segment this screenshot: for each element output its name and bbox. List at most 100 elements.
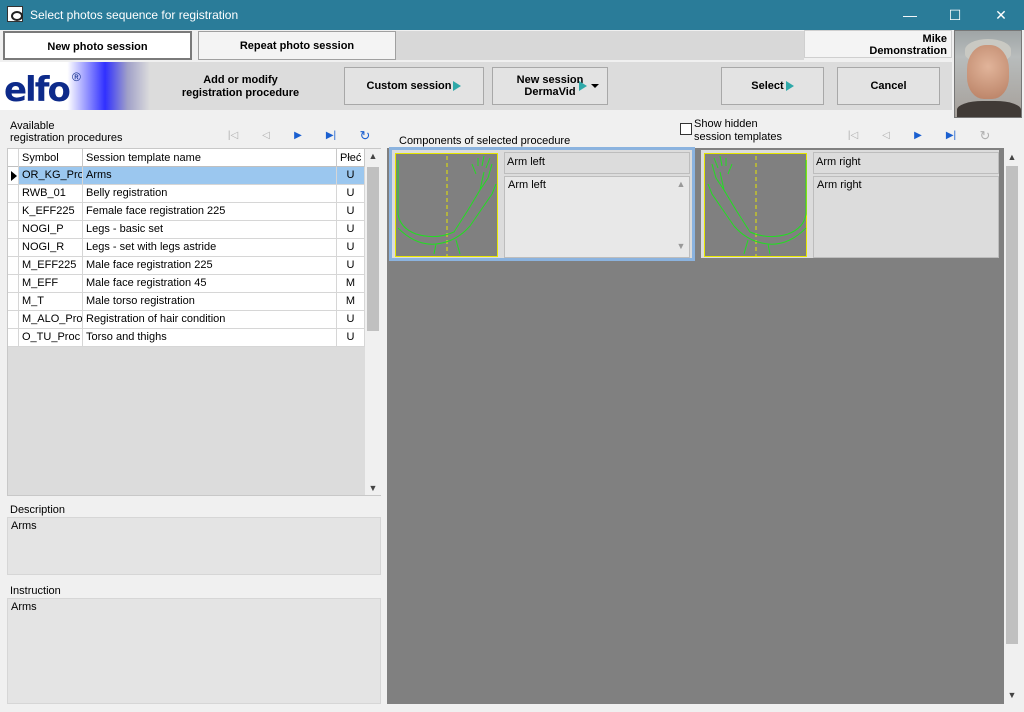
table-row[interactable]: OR_KG_Proc Arms U bbox=[8, 167, 365, 185]
arm-left-thumbnail[interactable] bbox=[395, 153, 498, 257]
column-sex[interactable]: Płeć bbox=[337, 149, 365, 167]
minimize-button[interactable]: — bbox=[887, 0, 933, 30]
row-pointer-icon bbox=[11, 171, 17, 181]
scroll-up-icon[interactable]: ▲ bbox=[1004, 152, 1020, 162]
new-session-line1: New session bbox=[516, 74, 584, 86]
cell-symbol: M_EFF bbox=[19, 275, 83, 292]
nav-next-button[interactable]: ▶ bbox=[291, 130, 305, 142]
row-indicator bbox=[8, 275, 19, 292]
nav-last-button[interactable]: ▶| bbox=[324, 130, 338, 142]
arm-right-outline-icon bbox=[707, 155, 807, 256]
row-indicator bbox=[8, 203, 19, 220]
cell-sex: M bbox=[337, 293, 365, 310]
table-row[interactable]: M_ALO_Proc Registration of hair condition… bbox=[8, 311, 365, 329]
cell-name: Legs - set with legs astride bbox=[83, 239, 337, 256]
tab-repeat-photo-session[interactable]: Repeat photo session bbox=[198, 31, 396, 60]
components-nav-last-button[interactable]: ▶| bbox=[944, 130, 958, 142]
custom-session-label: Custom session bbox=[366, 80, 452, 92]
instruction-label: Instruction bbox=[10, 585, 61, 597]
available-line2: registration procedures bbox=[10, 132, 123, 144]
scroll-down-icon[interactable]: ▼ bbox=[365, 483, 381, 493]
cell-sex: U bbox=[337, 311, 365, 328]
components-nav-first-button[interactable]: |◁ bbox=[846, 130, 860, 142]
scrollbar-thumb[interactable] bbox=[367, 167, 379, 331]
cell-sex: U bbox=[337, 185, 365, 202]
logo-text: elfo bbox=[4, 70, 71, 110]
row-indicator bbox=[8, 311, 19, 328]
user-avatar bbox=[954, 30, 1022, 118]
table-row[interactable]: NOGI_R Legs - set with legs astride U bbox=[8, 239, 365, 257]
nav-prev-button[interactable]: ◁ bbox=[259, 130, 273, 142]
table-row[interactable]: K_EFF225 Female face registration 225 U bbox=[8, 203, 365, 221]
cell-name: Male face registration 225 bbox=[83, 257, 337, 274]
maximize-button[interactable]: ☐ bbox=[932, 0, 978, 30]
scroll-up-icon[interactable]: ▲ bbox=[365, 151, 381, 161]
scroll-down-icon[interactable]: ▼ bbox=[1004, 690, 1020, 700]
cell-symbol: RWB_01 bbox=[19, 185, 83, 202]
cell-sex: U bbox=[337, 167, 365, 184]
show-hidden-line1: Show hidden bbox=[694, 118, 758, 130]
scroll-down-icon[interactable]: ▼ bbox=[673, 241, 689, 251]
select-button[interactable]: Select bbox=[721, 67, 824, 105]
tab-new-photo-session[interactable]: New photo session bbox=[3, 31, 192, 60]
add-modify-procedure-link[interactable]: Add or modify registration procedure bbox=[168, 74, 313, 100]
instruction-field[interactable]: Arms bbox=[7, 598, 381, 704]
components-refresh-icon[interactable]: ↻ bbox=[978, 129, 992, 142]
cell-symbol: K_EFF225 bbox=[19, 203, 83, 220]
tab-strip-filler bbox=[396, 31, 804, 60]
custom-session-button[interactable]: Custom session bbox=[344, 67, 484, 105]
table-row[interactable]: RWB_01 Belly registration U bbox=[8, 185, 365, 203]
components-nav-next-button[interactable]: ▶ bbox=[911, 130, 925, 142]
dropdown-caret-icon bbox=[591, 84, 599, 88]
table-scrollbar[interactable]: ▲ ▼ bbox=[365, 149, 381, 495]
component-title: Arm left bbox=[504, 152, 690, 174]
component-card-arm-right[interactable]: Arm right Arm right bbox=[701, 150, 999, 258]
component-description[interactable]: Arm right bbox=[813, 176, 999, 258]
cell-name: Registration of hair condition bbox=[83, 311, 337, 328]
row-indicator bbox=[8, 257, 19, 274]
description-label: Description bbox=[10, 504, 66, 516]
nav-first-button[interactable]: |◁ bbox=[226, 130, 240, 142]
cell-symbol: NOGI_R bbox=[19, 239, 83, 256]
scroll-up-icon[interactable]: ▲ bbox=[673, 179, 689, 189]
cell-symbol: M_T bbox=[19, 293, 83, 310]
table-row[interactable]: M_T Male torso registration M bbox=[8, 293, 365, 311]
table-row[interactable]: M_EFF Male face registration 45 M bbox=[8, 275, 365, 293]
component-title: Arm right bbox=[813, 152, 999, 174]
component-description-text: Arm left bbox=[508, 179, 546, 191]
component-description[interactable]: Arm left ▲ ▼ bbox=[504, 176, 690, 258]
cell-name: Torso and thighs bbox=[83, 329, 337, 346]
show-hidden-line2: session templates bbox=[694, 131, 783, 143]
row-indicator bbox=[8, 293, 19, 310]
cell-sex: U bbox=[337, 239, 365, 256]
column-symbol[interactable]: Symbol bbox=[19, 149, 83, 167]
components-nav-prev-button[interactable]: ◁ bbox=[879, 130, 893, 142]
header-indicator bbox=[8, 149, 19, 167]
cell-name: Male torso registration bbox=[83, 293, 337, 310]
cell-symbol: NOGI_P bbox=[19, 221, 83, 238]
description-field[interactable]: Arms bbox=[7, 517, 381, 575]
cell-sex: M bbox=[337, 275, 365, 292]
new-session-dermavid-button[interactable]: New session DermaVid bbox=[492, 67, 608, 105]
scrollbar-thumb[interactable] bbox=[1006, 166, 1018, 644]
table-row[interactable]: NOGI_P Legs - basic set U bbox=[8, 221, 365, 239]
column-template-name[interactable]: Session template name bbox=[83, 149, 337, 167]
cell-sex: U bbox=[337, 257, 365, 274]
cancel-button[interactable]: Cancel bbox=[837, 67, 940, 105]
cell-symbol: OR_KG_Proc bbox=[19, 167, 83, 184]
arrow-right-icon bbox=[785, 81, 794, 92]
new-session-line2: DermaVid bbox=[524, 86, 576, 98]
components-label: Components of selected procedure bbox=[399, 135, 571, 147]
select-label: Select bbox=[751, 80, 784, 92]
table-row[interactable]: M_EFF225 Male face registration 225 U bbox=[8, 257, 365, 275]
show-hidden-checkbox[interactable] bbox=[680, 123, 692, 135]
refresh-icon[interactable]: ↻ bbox=[358, 129, 372, 142]
user-name-box: Mike Demonstration bbox=[804, 30, 952, 58]
components-scrollbar[interactable]: ▲ ▼ bbox=[1004, 148, 1020, 704]
cell-name: Belly registration bbox=[83, 185, 337, 202]
arm-right-thumbnail[interactable] bbox=[704, 153, 807, 257]
component-card-arm-left[interactable]: Arm left Arm left ▲ ▼ bbox=[389, 147, 695, 261]
cell-sex: U bbox=[337, 329, 365, 346]
close-button[interactable]: ✕ bbox=[978, 0, 1024, 30]
table-row[interactable]: O_TU_Proc Torso and thighs U bbox=[8, 329, 365, 347]
